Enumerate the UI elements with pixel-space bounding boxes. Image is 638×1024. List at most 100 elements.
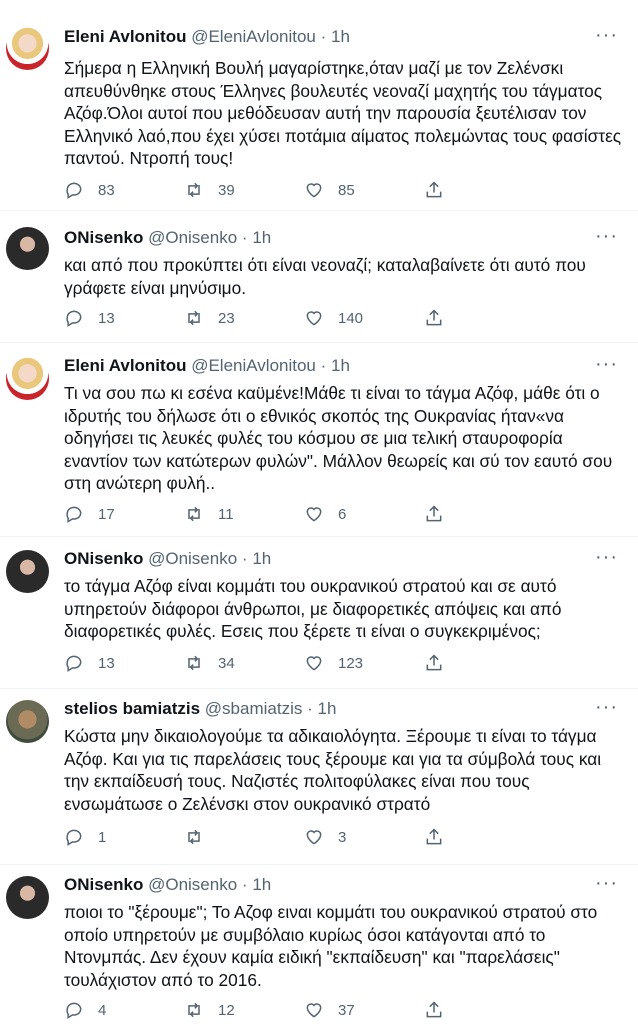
retweet-count: 11 [218,505,234,523]
retweet-icon [188,655,200,671]
like-button[interactable]: 123 [304,653,363,673]
reply-button[interactable]: 17 [64,504,115,524]
tweet-text: Τι να σου πω κι εσένα καϋμένε!Μάθε τι εί… [64,383,613,493]
author-name[interactable]: ONisenko [64,549,143,568]
separator: · [320,356,327,375]
retweet-button[interactable]: 11 [184,504,234,524]
tweet[interactable]: Eleni Avlonitou @EleniAvlonitou · 1h ···… [0,342,638,537]
timestamp[interactable]: 1h [331,27,350,46]
tweet-actions: 17 11 6 [64,504,564,526]
like-count: 140 [338,309,364,327]
author-handle[interactable]: @EleniAvlonitou [191,356,316,375]
share-button[interactable] [424,504,458,524]
heart-icon [306,830,322,845]
tweet[interactable]: ONisenko @Onisenko · 1h ··· και από που … [0,210,638,343]
more-options-icon[interactable]: ··· [595,226,618,246]
author-handle[interactable]: @sbamiatzis [205,699,303,718]
retweet-button[interactable]: 39 [184,180,235,200]
avatar[interactable] [6,357,49,400]
reply-count: 83 [98,181,115,199]
tweet-header: Eleni Avlonitou @EleniAvlonitou · 1h [64,27,350,47]
reply-button[interactable]: 13 [64,653,115,673]
tweet-text: και από που προκύπτει ότι είναι νεοναζί;… [64,255,586,298]
share-button[interactable] [424,308,458,328]
author-name[interactable]: Eleni Avlonitou [64,27,186,46]
retweet-count: 34 [218,654,235,672]
reply-button[interactable]: 1 [64,827,106,847]
avatar[interactable] [6,227,49,270]
author-name[interactable]: ONisenko [64,228,143,247]
timestamp[interactable]: 1h [252,549,271,568]
reply-icon [66,182,82,199]
timestamp[interactable]: 1h [331,356,350,375]
tweet[interactable]: ONisenko @Onisenko · 1h ··· το τάγμα Αζό… [0,536,638,689]
like-button[interactable]: 3 [304,827,346,847]
like-button[interactable]: 6 [304,504,346,524]
retweet-icon [188,1002,200,1018]
share-button[interactable] [424,1000,458,1020]
retweet-button[interactable]: 12 [184,1000,235,1020]
retweet-icon [188,829,200,845]
author-name[interactable]: ONisenko [64,875,143,894]
author-handle[interactable]: @EleniAvlonitou [191,27,316,46]
share-icon [426,505,442,522]
retweet-icon [188,182,200,198]
avatar[interactable] [6,550,49,593]
tweet-actions: 83 39 85 [64,180,564,202]
avatar[interactable] [6,27,49,70]
retweet-count: 39 [218,181,235,199]
heart-icon [306,311,322,326]
reply-button[interactable]: 13 [64,308,115,328]
avatar[interactable] [6,876,49,919]
reply-icon [66,1002,82,1019]
heart-icon [306,656,322,671]
tweet[interactable]: stelios bamiatzis @sbamiatzis · 1h ··· Κ… [0,688,638,865]
retweet-button[interactable]: 23 [184,308,235,328]
like-button[interactable]: 37 [304,1000,355,1020]
author-handle[interactable]: @Onisenko [148,228,237,247]
tweet-header: Eleni Avlonitou @EleniAvlonitou · 1h [64,356,350,376]
timestamp[interactable]: 1h [252,875,271,894]
more-options-icon[interactable]: ··· [595,873,618,893]
share-button[interactable] [424,180,458,200]
share-icon [426,309,442,326]
author-handle[interactable]: @Onisenko [148,549,237,568]
retweet-button[interactable] [184,827,218,847]
author-name[interactable]: stelios bamiatzis [64,699,200,718]
author-handle[interactable]: @Onisenko [148,875,237,894]
tweet[interactable]: Eleni Avlonitou @EleniAvlonitou · 1h ···… [0,0,638,211]
share-icon [426,1001,442,1018]
more-options-icon[interactable]: ··· [595,547,618,567]
retweet-button[interactable]: 34 [184,653,235,673]
timestamp[interactable]: 1h [318,699,337,718]
reply-button[interactable]: 4 [64,1000,106,1020]
heart-icon [306,183,322,198]
reply-button[interactable]: 83 [64,180,115,200]
like-count: 6 [338,505,347,523]
reply-count: 13 [98,654,115,672]
separator: · [241,875,248,894]
tweet-actions: 13 34 123 [64,653,564,675]
tweet-actions: 13 23 140 [64,308,564,330]
like-count: 37 [338,1001,355,1019]
avatar[interactable] [6,700,49,743]
tweet[interactable]: ONisenko @Onisenko · 1h ··· ποιοι το "ξέ… [0,864,638,1024]
retweet-icon [188,506,200,522]
share-button[interactable] [424,827,458,847]
reply-icon [66,655,82,672]
retweet-count: 12 [218,1001,235,1019]
like-button[interactable]: 85 [304,180,355,200]
reply-count: 17 [98,505,115,523]
like-button[interactable]: 140 [304,308,363,328]
more-options-icon[interactable]: ··· [595,354,618,374]
reply-count: 1 [98,828,107,846]
more-options-icon[interactable]: ··· [595,697,618,717]
tweet-text: το τάγμα Αζόφ είναι κομμάτι του ουκρανικ… [64,576,562,641]
separator: · [307,699,313,718]
timestamp[interactable]: 1h [252,228,271,247]
share-icon [426,654,442,671]
author-name[interactable]: Eleni Avlonitou [64,356,186,375]
tweet-header: ONisenko @Onisenko · 1h [64,549,271,569]
share-button[interactable] [424,653,458,673]
more-options-icon[interactable]: ··· [595,25,618,45]
